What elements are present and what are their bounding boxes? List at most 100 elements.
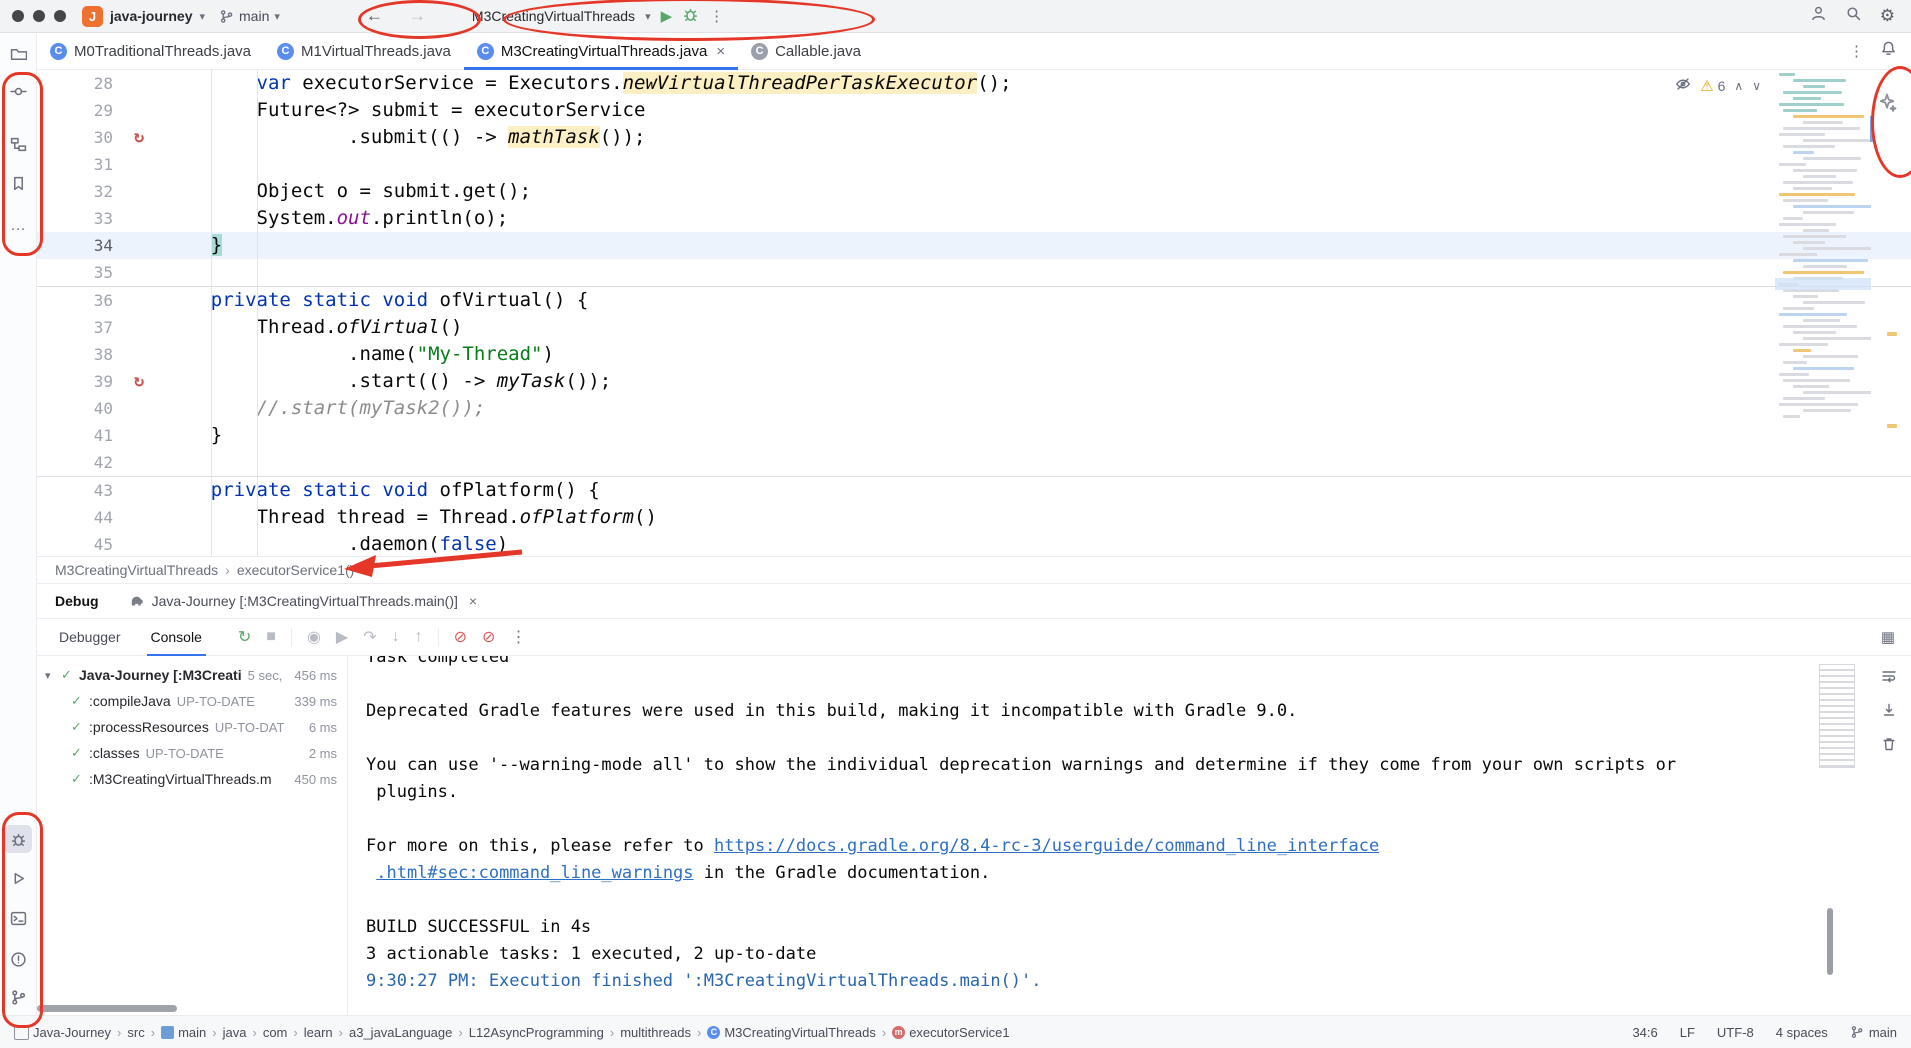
run-configuration-select[interactable]: M3CreatingVirtualThreads xyxy=(472,8,635,24)
breadcrumb-member[interactable]: executorService1() xyxy=(237,562,355,578)
minimap[interactable] xyxy=(1775,73,1871,511)
line-number[interactable]: 32 xyxy=(37,178,113,205)
line-number[interactable]: 37 xyxy=(37,314,113,341)
rerun-icon[interactable]: ↻ xyxy=(238,627,251,647)
code-line[interactable]: 44 Thread thread = Thread.ofPlatform() xyxy=(37,504,1911,531)
line-number[interactable]: 42 xyxy=(37,449,113,476)
console-panel[interactable]: Task completed Deprecated Gradle feature… xyxy=(348,656,1911,1015)
line-number[interactable]: 40 xyxy=(37,395,113,422)
layout-settings-icon[interactable]: ▦ xyxy=(1881,628,1895,646)
code-with-me-icon[interactable] xyxy=(1810,5,1827,27)
code-line[interactable]: 42 xyxy=(37,449,1911,476)
chevron-down-icon[interactable]: ▾ xyxy=(45,669,61,682)
debug-session-tab[interactable]: Java-Journey [:M3CreatingVirtualThreads.… xyxy=(129,593,478,609)
line-number[interactable]: 28 xyxy=(37,70,113,97)
breadcrumb-class[interactable]: M3CreatingVirtualThreads xyxy=(55,562,218,578)
horizontal-scrollbar[interactable] xyxy=(37,1005,177,1012)
console-minimap[interactable] xyxy=(1819,664,1855,768)
commit-tool-icon[interactable] xyxy=(4,77,32,105)
project-tool-icon[interactable] xyxy=(4,40,32,68)
step-over-icon[interactable]: ↷ xyxy=(363,627,376,647)
status-path-item[interactable]: multithreads xyxy=(620,1025,691,1040)
bookmarks-tool-icon[interactable] xyxy=(4,169,32,197)
line-number[interactable]: 34 xyxy=(37,232,113,259)
gradle-task-row[interactable]: ✓:processResourcesUP-TO-DAT6 ms xyxy=(37,714,347,740)
line-number[interactable]: 41 xyxy=(37,422,113,449)
more-tool-windows-icon[interactable]: … xyxy=(4,212,32,240)
line-number[interactable]: 38 xyxy=(37,341,113,368)
search-everywhere-icon[interactable] xyxy=(1845,5,1862,27)
settings-gear-icon[interactable]: ⚙ xyxy=(1880,6,1895,26)
line-number[interactable]: 43 xyxy=(37,477,113,504)
gradle-task-row[interactable]: ✓:classesUP-TO-DATE2 ms xyxy=(37,740,347,766)
close-window-button[interactable] xyxy=(12,10,24,22)
vcs-branch-widget[interactable]: main ▾ xyxy=(219,8,280,24)
recursive-call-icon[interactable]: ↻ xyxy=(113,124,165,151)
code-line[interactable]: 43 private static void ofPlatform() { xyxy=(37,476,1911,504)
code-line[interactable]: 30↻ .submit(() -> mathTask()); xyxy=(37,124,1911,151)
editor-tab[interactable]: CCallable.java xyxy=(738,33,874,69)
code-line[interactable]: 31 xyxy=(37,151,1911,178)
code-line[interactable]: 41 } xyxy=(37,422,1911,449)
status-path-item[interactable]: a3_javaLanguage xyxy=(349,1025,452,1040)
close-session-icon[interactable]: × xyxy=(469,593,477,609)
zoom-window-button[interactable] xyxy=(54,10,66,22)
code-line[interactable]: 37 Thread.ofVirtual() xyxy=(37,314,1911,341)
structure-tool-icon[interactable] xyxy=(4,130,32,158)
stop-icon[interactable]: ■ xyxy=(266,628,276,646)
line-number[interactable]: 31 xyxy=(37,151,113,178)
code-editor[interactable]: 28 var executorService = Executors.newVi… xyxy=(37,70,1911,556)
previous-problem-icon[interactable]: ∧ xyxy=(1734,79,1743,93)
more-actions-icon[interactable]: ⋮ xyxy=(709,7,724,25)
console-scrollbar[interactable] xyxy=(1827,908,1833,975)
clear-console-icon[interactable] xyxy=(1877,732,1901,756)
minimize-window-button[interactable] xyxy=(33,10,45,22)
status-path-item[interactable]: CM3CreatingVirtualThreads xyxy=(707,1025,876,1040)
line-number[interactable]: 29 xyxy=(37,97,113,124)
status-path-item[interactable]: L12AsyncProgramming xyxy=(469,1025,604,1040)
gradle-task-row[interactable]: ✓:compileJavaUP-TO-DATE339 ms xyxy=(37,688,347,714)
code-line[interactable]: 28 var executorService = Executors.newVi… xyxy=(37,70,1911,97)
code-line[interactable]: 34 } xyxy=(37,232,1911,259)
console-link[interactable]: https://docs.gradle.org/8.4-rc-3/usergui… xyxy=(714,836,1379,856)
close-tab-icon[interactable]: × xyxy=(716,43,725,60)
indent-style[interactable]: 4 spaces xyxy=(1776,1025,1828,1040)
forward-button[interactable]: → xyxy=(409,6,426,26)
editor-tab[interactable]: CM1VirtualThreads.java xyxy=(264,33,464,69)
gradle-task-row[interactable]: ✓:M3CreatingVirtualThreads.m450 ms xyxy=(37,766,347,792)
status-path-item[interactable]: main xyxy=(161,1025,206,1040)
code-line[interactable]: 39↻ .start(() -> myTask()); xyxy=(37,368,1911,395)
file-encoding[interactable]: UTF-8 xyxy=(1717,1025,1754,1040)
debug-button[interactable] xyxy=(682,6,699,26)
more-icon[interactable]: ⋮ xyxy=(1849,42,1864,60)
editor-tab[interactable]: CM0TraditionalThreads.java xyxy=(37,33,264,69)
line-ending[interactable]: LF xyxy=(1680,1025,1695,1040)
code-line[interactable]: 29 Future<?> submit = executorService xyxy=(37,97,1911,124)
soft-wrap-icon[interactable] xyxy=(1877,664,1901,688)
more-icon[interactable]: ⋮ xyxy=(510,627,526,647)
code-line[interactable]: 40 //.start(myTask2()); xyxy=(37,395,1911,422)
next-problem-icon[interactable]: ∨ xyxy=(1752,79,1761,93)
status-path-item[interactable]: java xyxy=(223,1025,247,1040)
back-button[interactable]: ← xyxy=(366,6,383,26)
status-path-item[interactable]: Java-Journey xyxy=(14,1025,111,1040)
line-number[interactable]: 39 xyxy=(37,368,113,395)
status-path-item[interactable]: learn xyxy=(304,1025,333,1040)
stop-process-icon[interactable]: ⊘ xyxy=(454,627,467,647)
code-line[interactable]: 38 .name("My-Thread") xyxy=(37,341,1911,368)
console-link[interactable]: .html#sec:command_line_warnings xyxy=(376,863,693,883)
run-button[interactable]: ▶ xyxy=(661,7,673,25)
tab-console[interactable]: Console xyxy=(147,619,206,655)
git-branch-widget[interactable]: main xyxy=(1850,1025,1897,1040)
notifications-bell-icon[interactable] xyxy=(1880,40,1897,62)
step-into-icon[interactable]: ↓ xyxy=(392,628,400,646)
code-line[interactable]: 35 xyxy=(37,259,1911,286)
problems-tool-icon[interactable] xyxy=(4,945,32,973)
run-tool-icon[interactable] xyxy=(4,864,32,892)
debug-tool-icon[interactable] xyxy=(4,825,32,853)
code-line[interactable]: 45 .daemon(false) xyxy=(37,531,1911,556)
warnings-badge[interactable]: ⚠ 6 xyxy=(1700,77,1725,95)
view-breakpoints-icon[interactable]: ◉ xyxy=(307,627,321,647)
line-number[interactable]: 35 xyxy=(37,259,113,286)
line-number[interactable]: 44 xyxy=(37,504,113,531)
